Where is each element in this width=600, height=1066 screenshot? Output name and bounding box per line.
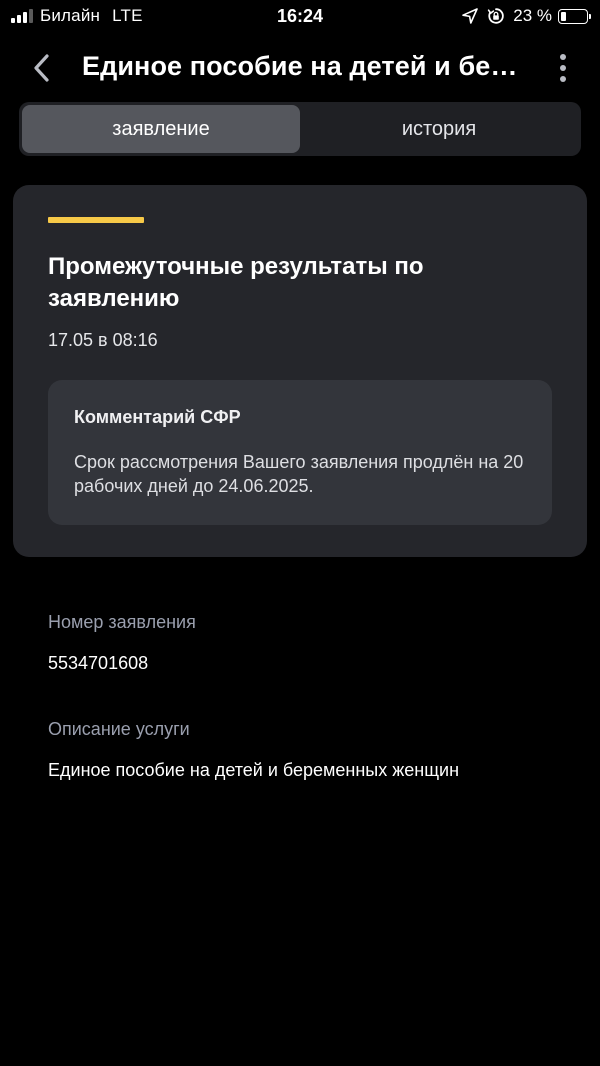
page-title: Единое пособие на детей и беременных жен… bbox=[82, 51, 522, 81]
comment-title: Комментарий СФР bbox=[74, 407, 241, 427]
application-number-value: 5534701608 bbox=[48, 653, 149, 673]
location-arrow-icon bbox=[462, 8, 479, 24]
comment-text: Срок рассмотрения Вашего заявления продл… bbox=[74, 452, 524, 496]
status-bar: Билайн LTE 16:24 23 % bbox=[0, 0, 600, 34]
battery-percent: 23 % bbox=[513, 6, 552, 25]
header: Единое пособие на детей и беременных жен… bbox=[0, 38, 600, 98]
status-date: 17.05 в 08:16 bbox=[48, 330, 158, 350]
tab-switcher: заявление история bbox=[19, 102, 581, 156]
status-bar-right: 23 % bbox=[462, 6, 591, 26]
service-description-label: Описание услуги bbox=[48, 719, 190, 739]
comment-box: Комментарий СФР Срок рассмотрения Вашего… bbox=[48, 380, 552, 525]
more-options-button[interactable] bbox=[548, 48, 578, 88]
status-card: Промежуточные результаты по заявлению 17… bbox=[13, 185, 587, 557]
orientation-lock-icon bbox=[487, 7, 505, 25]
status-title: Промежуточные результаты по заявлению bbox=[48, 253, 424, 312]
tab-application[interactable]: заявление bbox=[22, 105, 300, 153]
application-number-label: Номер заявления bbox=[48, 612, 196, 632]
service-description-value: Единое пособие на детей и беременных жен… bbox=[48, 760, 460, 780]
chevron-left-icon bbox=[34, 54, 49, 82]
back-button[interactable] bbox=[22, 48, 62, 88]
more-vertical-icon bbox=[560, 54, 566, 60]
status-accent-bar bbox=[48, 217, 144, 223]
tab-history[interactable]: история bbox=[300, 105, 578, 153]
battery-icon bbox=[558, 8, 591, 24]
battery-level bbox=[561, 11, 566, 21]
